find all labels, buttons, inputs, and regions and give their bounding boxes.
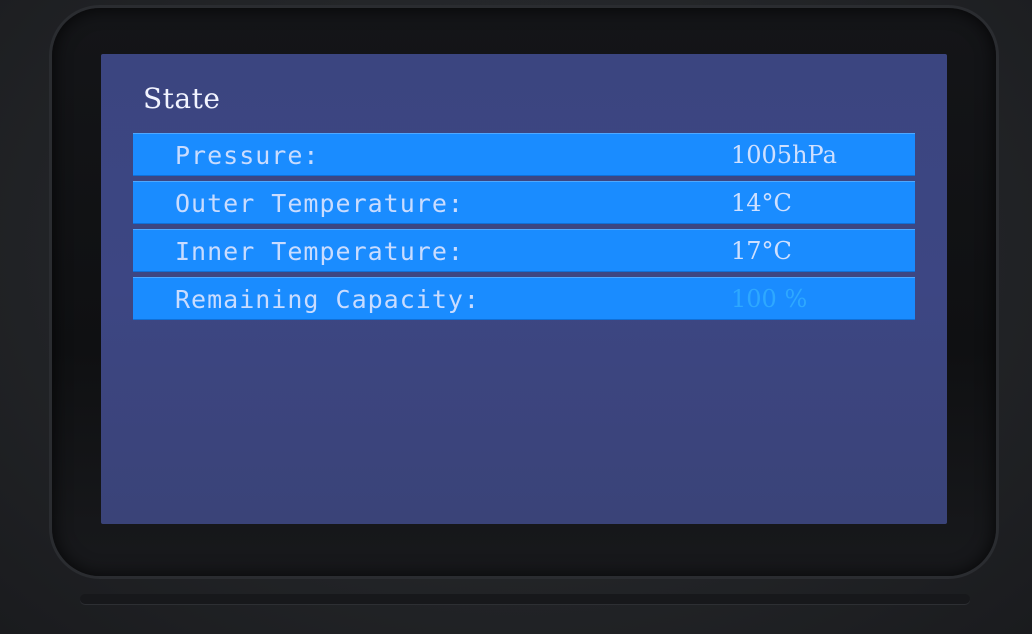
outer-temperature-value: 14°C (731, 189, 792, 217)
device-housing: State Pressure: 1005hPa Outer Temperatur… (0, 0, 1032, 634)
housing-ridge (80, 594, 970, 604)
remaining-capacity-value: 100 % (731, 285, 808, 313)
outer-temperature-label: Outer Temperature: (175, 189, 464, 218)
lcd-screen: State Pressure: 1005hPa Outer Temperatur… (101, 54, 947, 524)
list-item-remaining-capacity[interactable]: Remaining Capacity: 100 % (133, 277, 915, 320)
list-item-pressure[interactable]: Pressure: 1005hPa (133, 133, 915, 176)
page-title: State (143, 82, 221, 115)
remaining-capacity-label: Remaining Capacity: (175, 285, 480, 314)
pressure-label: Pressure: (175, 141, 320, 170)
list-item-outer-temperature[interactable]: Outer Temperature: 14°C (133, 181, 915, 224)
pressure-value: 1005hPa (731, 141, 837, 169)
list-item-inner-temperature[interactable]: Inner Temperature: 17°C (133, 229, 915, 272)
inner-temperature-label: Inner Temperature: (175, 237, 464, 266)
inner-temperature-value: 17°C (731, 237, 792, 265)
state-list: Pressure: 1005hPa Outer Temperature: 14°… (133, 133, 915, 325)
